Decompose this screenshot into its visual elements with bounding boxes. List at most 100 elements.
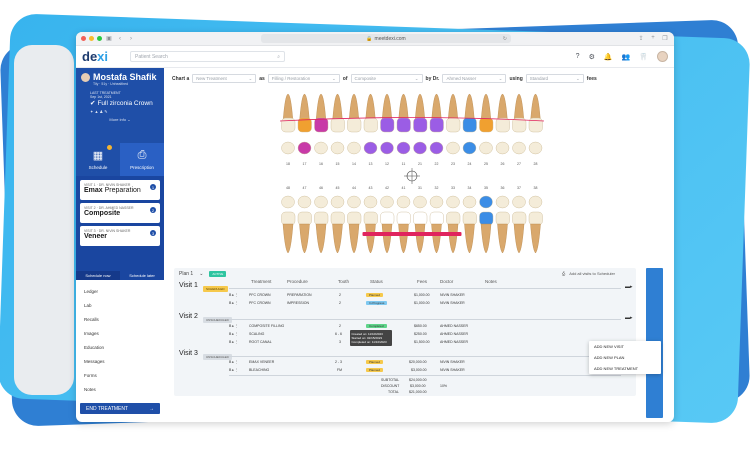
- tooth-number[interactable]: 33: [451, 186, 455, 190]
- tooth-occlusal[interactable]: [363, 195, 378, 209]
- user-avatar[interactable]: [657, 51, 668, 62]
- tooth-occlusal[interactable]: [380, 141, 394, 155]
- tooth-occlusal[interactable]: [495, 195, 510, 209]
- tooth-occlusal[interactable]: [528, 141, 543, 155]
- tooth-crown[interactable]: [330, 117, 345, 133]
- table-row[interactable]: B ▸ ⋮ EMAX VENEER 2 - 3 Planned $20,000.…: [229, 359, 624, 366]
- sidebar-item-forms[interactable]: Forms: [76, 368, 164, 382]
- tooth-root[interactable]: [513, 223, 525, 254]
- table-row[interactable]: B ▸ ⋮ ROOT CANAL 3 Planned $1,500.00 AHM…: [229, 339, 624, 346]
- tooth-crown[interactable]: [479, 117, 494, 133]
- add-new-plan-item[interactable]: ADD NEW PLAN: [589, 352, 661, 363]
- tooth-number[interactable]: 35: [484, 186, 488, 190]
- tooth-number[interactable]: 14: [352, 162, 356, 166]
- tooth-occlusal[interactable]: [495, 141, 510, 155]
- tooth-number[interactable]: 48: [286, 186, 290, 190]
- tooth-occlusal[interactable]: [281, 195, 295, 209]
- tooth-number[interactable]: 41: [402, 186, 406, 190]
- visit-card[interactable]: VISIT 1 · DR. NIVIN SHAKER Emax Preparat…: [80, 180, 160, 200]
- visit-card[interactable]: VISIT 2 · DR. AHMED NASSER Composite 2: [80, 203, 160, 223]
- table-row[interactable]: B ▸ ⋮ BLEACHING FM Planned $3,000.00 NIV…: [229, 367, 624, 374]
- tooth-number[interactable]: 31: [418, 186, 422, 190]
- tooth-crown[interactable]: [396, 211, 411, 226]
- sidebar-toggle-icon[interactable]: ▣: [105, 35, 113, 42]
- tooth-number[interactable]: 27: [517, 162, 521, 166]
- url-bar[interactable]: 🔒 meetdexi.com ↻: [261, 34, 511, 43]
- tooth-crown[interactable]: [380, 211, 395, 226]
- tooth-crown[interactable]: [413, 211, 428, 226]
- tooth-occlusal[interactable]: [314, 141, 328, 155]
- add-all-visits-link[interactable]: Add all visits to Scheduler: [569, 271, 615, 276]
- add-new-treatment-item[interactable]: ADD NEW TREATMENT: [589, 363, 661, 374]
- tooth-number[interactable]: 21: [418, 162, 422, 166]
- visit-card[interactable]: VISIT 3 · DR. NIVIN SHAKER Veneer 3: [80, 226, 160, 246]
- tooth-occlusal[interactable]: [413, 195, 427, 209]
- patient-card[interactable]: Mostafa Shafik Tily · 51y · Unhealthed L…: [76, 68, 164, 143]
- truck-icon[interactable]: ▬▸: [625, 315, 633, 321]
- notification-bell-icon[interactable]: 🔔: [604, 53, 613, 61]
- tooth-root[interactable]: [480, 223, 492, 254]
- tooth-number[interactable]: 45: [336, 186, 340, 190]
- tooth-number[interactable]: 42: [385, 186, 389, 190]
- tooth-occlusal[interactable]: [347, 195, 361, 209]
- schedule-now-button[interactable]: Schedule now: [76, 271, 120, 280]
- tooth-number[interactable]: 47: [303, 186, 307, 190]
- print-icon[interactable]: ⎙: [562, 271, 565, 276]
- treatment-select[interactable]: New Treatment ⌄: [192, 74, 257, 83]
- tooth-occlusal[interactable]: [396, 195, 411, 209]
- tab-schedule[interactable]: ▦ Schedule: [76, 143, 120, 176]
- tooth-occlusal[interactable]: [528, 195, 543, 209]
- table-row[interactable]: B ▸ ⋮ PFC CROWN IMPRESSION 2 In Progress…: [229, 300, 624, 307]
- tooth-number[interactable]: 37: [517, 186, 521, 190]
- tooth-occlusal[interactable]: [446, 195, 460, 209]
- tooth-number[interactable]: 15: [336, 162, 340, 166]
- settings-icon[interactable]: ⚙: [589, 53, 595, 61]
- tooth-number[interactable]: 16: [319, 162, 323, 166]
- tooth-number[interactable]: 18: [286, 162, 290, 166]
- users-icon[interactable]: 👥: [622, 53, 631, 61]
- tooth-root[interactable]: [381, 223, 393, 254]
- add-new-visit-item[interactable]: ADD NEW VISIT: [589, 341, 661, 352]
- table-row[interactable]: B ▸ ⋮ PFC CROWN PREPARATION 2 Planned $1…: [229, 292, 624, 299]
- tooth-occlusal[interactable]: [281, 141, 295, 155]
- tooth-root[interactable]: [282, 223, 294, 254]
- tooth-occlusal[interactable]: [512, 195, 526, 209]
- tooth-occlusal[interactable]: [462, 141, 477, 155]
- sidebar-item-messages[interactable]: Messages: [76, 354, 164, 368]
- bridge-marker[interactable]: [362, 232, 462, 236]
- tooth-root[interactable]: [530, 223, 541, 254]
- tooth-occlusal[interactable]: [396, 141, 411, 155]
- maximize-dot[interactable]: [97, 36, 102, 41]
- forward-icon[interactable]: ›: [127, 36, 135, 42]
- tooth-number[interactable]: 36: [501, 186, 505, 190]
- tooth-number[interactable]: 46: [319, 186, 323, 190]
- tooth-occlusal[interactable]: [330, 141, 345, 155]
- tooth-crown[interactable]: [363, 211, 378, 226]
- tooth-occlusal[interactable]: [512, 141, 526, 155]
- tooth-number[interactable]: 28: [534, 162, 538, 166]
- tooth-crown[interactable]: [297, 211, 312, 226]
- tooth-root[interactable]: [398, 223, 409, 254]
- tooth-crown[interactable]: [462, 211, 477, 226]
- tooth-root[interactable]: [348, 223, 360, 254]
- tooth-crown[interactable]: [396, 117, 411, 133]
- tooth-crown[interactable]: [479, 211, 494, 226]
- sidebar-item-images[interactable]: Images: [76, 326, 164, 340]
- tooth-occlusal[interactable]: [479, 141, 493, 155]
- tooth-occlusal[interactable]: [429, 141, 444, 155]
- sidebar-item-lab[interactable]: Lab: [76, 298, 164, 312]
- tooth-occlusal[interactable]: [479, 195, 493, 209]
- sidebar-item-education[interactable]: Education: [76, 340, 164, 354]
- tooth-number[interactable]: 44: [352, 186, 356, 190]
- tooth-number[interactable]: 13: [369, 162, 373, 166]
- tooth-occlusal[interactable]: [297, 195, 312, 209]
- sidebar-item-ledger[interactable]: Ledger: [76, 284, 164, 298]
- tooth-crown[interactable]: [495, 117, 510, 133]
- tooth-number[interactable]: 17: [303, 162, 307, 166]
- tooth-number[interactable]: 32: [435, 186, 439, 190]
- tooth-occlusal[interactable]: [330, 195, 345, 209]
- tooth-occlusal[interactable]: [347, 141, 361, 155]
- tooth-root[interactable]: [332, 223, 343, 254]
- fees-select[interactable]: Standard ⌄: [525, 74, 584, 83]
- tooth-crown[interactable]: [314, 211, 329, 226]
